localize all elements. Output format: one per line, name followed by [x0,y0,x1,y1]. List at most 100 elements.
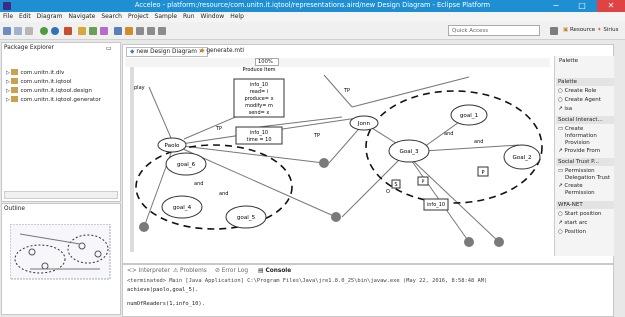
minimize-button[interactable]: − [545,0,567,12]
info-text: info_10 [250,82,268,88]
project-icon [11,78,19,84]
palette-provide-from[interactable]: ↗ Provide From [558,148,600,155]
console-line: numOfReaders(1,info_10). [127,301,205,307]
tree-item[interactable]: ▷ com.unitn.it.dlv [6,69,64,76]
forward-icon[interactable] [158,27,166,35]
close-button[interactable]: ✕ [597,0,625,12]
main-toolbar: Quick Access ▣ Resource ✦ Sirius [0,22,625,40]
tab-problems[interactable]: ⚠ Problems [173,268,207,274]
port-node[interactable] [331,212,341,222]
palette-panel: Palette Palette ○ Create Role ○ Create A… [554,56,614,256]
project-icon [11,69,19,75]
edge-label: TP [313,133,320,139]
tree-item[interactable]: ▷ com.unitn.it.iqtool.design [6,87,92,94]
menu-sample[interactable]: Sample [152,12,181,20]
relation-label: S [394,182,397,188]
open-type-icon[interactable] [100,27,108,35]
menu-run[interactable]: Run [180,12,198,20]
port-node[interactable] [494,237,504,247]
edge-label: and [194,181,203,187]
info-text: info_10 [427,202,445,208]
produce-label: Produce Item [242,67,275,73]
horizontal-scrollbar[interactable] [4,191,118,199]
relation-line[interactable] [148,86,175,146]
outline-tab[interactable]: Outline [4,206,25,212]
console-line: achieve(paolo,goal_5). [127,287,199,293]
palette-item-text: Permission [565,190,595,196]
menu-project[interactable]: Project [125,12,152,20]
package-explorer-tab[interactable]: Package Explorer [4,45,54,51]
info-text: produce= x [244,96,273,102]
new-class-icon[interactable] [89,27,97,35]
relation-line[interactable] [351,76,470,108]
tree-item[interactable]: ▷ com.unitn.it.iqtool.generator [6,96,101,103]
goal-label: Goal_2 [512,155,531,161]
goal-label: Goal_3 [399,149,419,155]
external-tools-icon[interactable] [64,27,72,35]
actor-label: Jonn [357,121,371,127]
palette-position[interactable]: ○ Position [558,229,586,236]
palette-section-header[interactable]: Social Interact... [556,116,614,124]
tree-item[interactable]: ▷ com.unitn.it.iqtool [6,78,72,85]
goal-label: goal_5 [237,215,256,221]
tab-console[interactable]: ▤ Console [258,268,291,274]
zoom-select[interactable]: 100% [255,58,279,66]
menu-help[interactable]: Help [227,12,247,20]
outline-thumbnail[interactable] [10,224,115,284]
minimize-view-icon[interactable]: ▭ [106,45,112,52]
port-node[interactable] [464,237,474,247]
port-node[interactable] [319,158,329,168]
relation-label: P [481,170,484,176]
port-node[interactable] [139,222,149,232]
edge-label: and [474,139,483,145]
annotation-icon[interactable] [125,27,133,35]
relation-line[interactable] [423,144,520,152]
palette-item-text: Delegation Trust [565,175,610,181]
palette-create-agent[interactable]: ○ Create Agent [558,97,601,104]
menu-file[interactable]: File [0,12,16,20]
maximize-button[interactable]: □ [571,0,593,12]
perspective-resource[interactable]: ▣ Resource [560,25,596,36]
next-edit-icon[interactable] [136,27,144,35]
edge-label: O [386,189,390,195]
palette-start-position[interactable]: ○ Start position [558,211,602,218]
palette-create-info[interactable]: ▭ Create [558,126,583,133]
info-text: info_10 [250,130,268,136]
title-bar: Acceleo - platform:/resource/com.unitn.i… [0,0,625,12]
diagram-canvas[interactable]: Paolo Jonn goal_6 goal_4 goal_5 Goal_3 g… [124,67,554,252]
goal-label: goal_6 [177,162,196,168]
menu-edit[interactable]: Edit [16,12,34,20]
new-project-icon[interactable] [78,27,86,35]
tab-generate-mtl[interactable]: ◆ generate.mtl [197,47,247,57]
print-icon[interactable] [25,27,33,35]
palette-isa[interactable]: ↗ isa [558,106,572,113]
menu-search[interactable]: Search [98,12,125,20]
quick-access-input[interactable]: Quick Access [448,25,540,36]
save-icon[interactable] [14,27,22,35]
edge-label: and [219,191,228,197]
palette-create-role[interactable]: ○ Create Role [558,88,596,95]
search-icon[interactable] [114,27,122,35]
info-text: time = 10 [246,137,271,143]
perspective-sirius[interactable]: ✦ Sirius [594,25,622,36]
outline-panel: Outline [1,203,121,315]
menu-navigate[interactable]: Navigate [65,12,98,20]
menu-window[interactable]: Window [198,12,228,20]
info-text: read= i [250,89,268,95]
run-icon[interactable] [40,27,48,35]
palette-section-header[interactable]: Palette [556,78,614,86]
tab-interpreter[interactable]: <> Interpreter [127,268,170,274]
palette-section-header[interactable]: WFA-NET [556,201,614,209]
palette-permission[interactable]: ▭ Permission [558,168,595,175]
tab-error-log[interactable]: ⊘ Error Log [215,268,248,274]
back-icon[interactable] [147,27,155,35]
palette-create-permission[interactable]: ↗ Create [558,183,583,190]
console-status: <terminated> Main [Java Application] C:\… [127,278,488,284]
debug-icon[interactable] [51,27,59,35]
palette-section-header[interactable]: Social Trust P... [556,158,614,166]
new-icon[interactable] [3,27,11,35]
palette-start-arc[interactable]: ↗ start arc [558,220,587,227]
tab-new-design-diagram[interactable]: ◆ new Design Diagram ✕ [126,47,208,57]
open-perspective-icon[interactable] [550,27,558,35]
menu-diagram[interactable]: Diagram [34,12,66,20]
